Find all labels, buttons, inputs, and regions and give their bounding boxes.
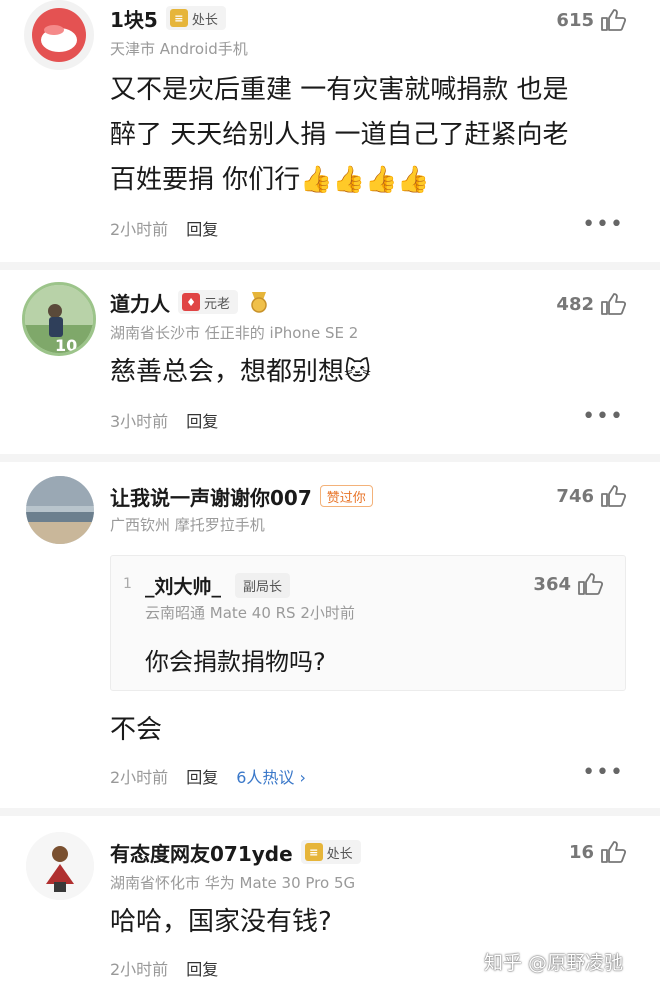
like-button[interactable]: 364: [533, 572, 603, 596]
thumbs-up-icon: [601, 9, 626, 31]
like-button[interactable]: 746: [556, 484, 626, 508]
divider: [0, 454, 660, 462]
avatar[interactable]: [26, 832, 94, 900]
rank-shield-icon: ≡: [304, 843, 323, 861]
like-count: 615: [556, 9, 594, 31]
thumbs-up-icon: [578, 573, 603, 595]
location-device: 湖南省怀化市 华为 Mate 30 Pro 5G: [110, 874, 356, 892]
rank-badge: ≡ 处长: [300, 840, 361, 864]
avatar-photo-icon: 10: [25, 285, 93, 355]
like-count: 364: [533, 573, 571, 595]
reply-button[interactable]: 回复: [186, 408, 218, 432]
quote-index: 1: [123, 576, 132, 592]
quoted-username[interactable]: _刘大帅_: [145, 572, 221, 599]
avatar-seascape-icon: [26, 476, 94, 544]
more-options-icon[interactable]: •••: [582, 406, 624, 428]
like-count: 482: [556, 293, 594, 315]
rank-badge: 副局长: [235, 573, 291, 598]
avatar[interactable]: 10: [22, 282, 96, 356]
avatar-logo-icon: [32, 8, 86, 62]
hot-discussion-link[interactable]: 6人热议 ›: [236, 764, 306, 788]
like-count: 16: [568, 841, 594, 863]
reply-button[interactable]: 回复: [186, 216, 218, 240]
avatar-figure-icon: [26, 832, 94, 900]
comment-item: 1块5 ≡ 处长 天津市 Android手机 615 又不是灾后重建 一有灾害就…: [0, 0, 660, 258]
reply-button[interactable]: 回复: [186, 956, 218, 980]
rank-badge: ♦ 元老: [178, 290, 239, 314]
thumbs-up-icon: [601, 293, 626, 315]
location-device: 广西钦州 摩托罗拉手机: [110, 516, 265, 534]
more-options-icon[interactable]: •••: [582, 762, 624, 784]
comment-item: 10 道力人 ♦ 元老 湖南省长沙市 任正非的 iPhone SE 2 482 …: [0, 270, 660, 450]
timestamp: 2小时前: [110, 220, 169, 239]
username[interactable]: 道力人: [110, 288, 170, 317]
comment-text: 慈善总会，想都别想🐱: [110, 357, 372, 387]
like-button[interactable]: 16: [569, 840, 626, 864]
thumbs-up-icon: [601, 841, 626, 863]
like-button[interactable]: 615: [556, 8, 626, 32]
timestamp: 2小时前: [110, 768, 169, 787]
like-button[interactable]: 482: [556, 292, 626, 316]
location-device: 天津市 Android手机: [110, 40, 248, 58]
avatar[interactable]: [26, 476, 94, 544]
medal-icon: [251, 292, 267, 313]
more-options-icon[interactable]: •••: [582, 214, 624, 236]
comment-text: 哈哈，国家没有钱?: [110, 907, 332, 937]
rank-shield-icon: ♦: [182, 293, 200, 311]
rank-shield-icon: ≡: [169, 9, 188, 27]
divider: [0, 262, 660, 270]
avatar[interactable]: [24, 0, 94, 70]
timestamp: 2小时前: [110, 960, 169, 979]
quoted-comment[interactable]: 1 _刘大帅_ 副局长 云南昭通 Mate 40 RS 2小时前 364 你会捐…: [110, 555, 626, 691]
comment-text: 又不是灾后重建 一有灾害就喊捐款 也是 醉了 天天给别人捐 一道自己了赶紧向老 …: [110, 75, 569, 195]
quoted-meta: 云南昭通 Mate 40 RS 2小时前: [145, 604, 355, 622]
thumbs-up-icon: [601, 485, 626, 507]
svg-text:10: 10: [55, 336, 77, 355]
watermark: 知乎 @原野凌驰: [484, 952, 624, 974]
rank-badge: ≡ 处长: [165, 6, 226, 30]
reply-button[interactable]: 回复: [186, 764, 218, 788]
timestamp: 3小时前: [110, 412, 169, 431]
like-count: 746: [556, 485, 594, 507]
location-device: 湖南省长沙市 任正非的 iPhone SE 2: [110, 324, 359, 342]
quoted-text: 你会捐款捐物吗?: [145, 648, 326, 676]
username[interactable]: 1块5: [110, 4, 158, 33]
divider: [0, 808, 660, 816]
liked-you-badge: 赞过你: [319, 485, 373, 507]
username[interactable]: 让我说一声谢谢你007: [110, 482, 312, 511]
comment-text: 不会: [110, 715, 163, 745]
username[interactable]: 有态度网友071yde: [110, 838, 293, 867]
